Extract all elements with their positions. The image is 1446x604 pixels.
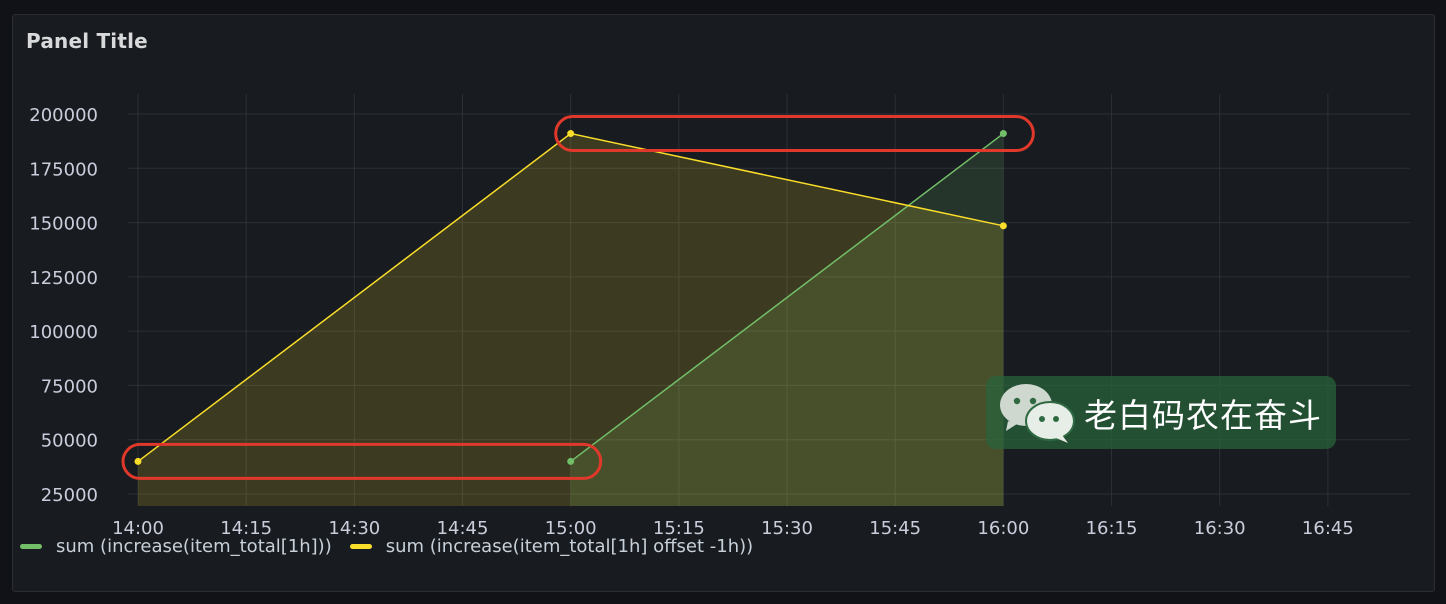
y-tick-label-6: 175000: [29, 159, 98, 180]
watermark: 老白码农在奋斗: [986, 376, 1336, 449]
y-tick-label-3: 100000: [29, 322, 98, 343]
series-fill-1: [138, 133, 1004, 507]
y-tick-label-7: 200000: [29, 105, 98, 126]
y-tick-label-5: 150000: [29, 214, 98, 235]
series-point-0-1: [999, 130, 1007, 138]
time-series-chart: 25000 50000 75000 100000 125000 150000 175000 2…: [29, 94, 1410, 539]
x-tick-label-9: 16:15: [1086, 518, 1138, 539]
watermark-text: 老白码农在奋斗: [1084, 395, 1322, 435]
legend-item-yellow[interactable]: sum (increase(item_total[1h] offset -1h)…: [349, 536, 754, 557]
x-tick-label-7: 15:45: [869, 518, 921, 539]
legend-swatch-yellow: [349, 544, 372, 549]
series-point-1-2: [999, 222, 1007, 230]
legend: sum (increase(item_total[1h])) sum (incr…: [20, 536, 753, 557]
y-tick-label-1: 50000: [41, 431, 98, 452]
x-tick-label-10: 16:30: [1194, 518, 1246, 539]
legend-label-yellow: sum (increase(item_total[1h] offset -1h)…: [385, 536, 754, 557]
x-tick-label-6: 15:30: [761, 518, 813, 539]
x-tick-label-8: 16:00: [977, 518, 1029, 539]
y-tick-label-0: 25000: [41, 485, 98, 506]
series-point-0-0: [567, 457, 575, 465]
series-point-1-1: [567, 130, 575, 138]
y-tick-label-2: 75000: [41, 376, 98, 397]
legend-item-green[interactable]: sum (increase(item_total[1h])): [20, 536, 332, 557]
series-point-1-0: [134, 457, 142, 465]
legend-label-green: sum (increase(item_total[1h])): [56, 536, 332, 557]
y-tick-label-4: 125000: [29, 268, 98, 289]
x-tick-label-11: 16:45: [1302, 518, 1354, 539]
wechat-icon: [998, 381, 1078, 445]
legend-swatch-green: [20, 544, 42, 549]
